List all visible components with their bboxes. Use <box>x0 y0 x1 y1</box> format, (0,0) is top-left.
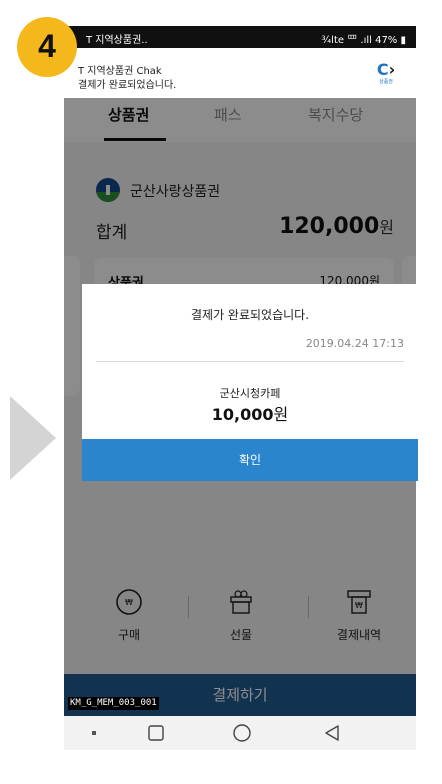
dialog-divider <box>96 361 404 362</box>
status-bar-app: T 지역상품권.. <box>86 35 148 46</box>
screen-id-label: KM_G_MEM_003_001 <box>68 697 159 710</box>
android-nav-bar <box>64 716 416 750</box>
notification-banner[interactable]: T 지역상품권 Chak 결제가 완료되었습니다. C› 상품권 <box>64 48 416 98</box>
step-number-badge: 4 <box>17 17 77 77</box>
nav-menu-button[interactable] <box>74 716 114 750</box>
dialog-amount-value: 10,000 <box>211 405 274 424</box>
home-icon[interactable] <box>222 716 262 750</box>
logo-subtext: 상품권 <box>379 79 393 85</box>
logo-letter: C <box>376 60 389 79</box>
dialog-datetime: 2019.04.24 17:13 <box>305 337 404 350</box>
previous-step-arrow <box>10 396 56 480</box>
notification-title: T 지역상품권 Chak <box>78 66 162 77</box>
payment-complete-dialog: 결제가 완료되었습니다. 2019.04.24 17:13 군산시청카페 10,… <box>82 284 418 481</box>
status-bar: T 지역상품권.. ¾lte 罒 .ıll 47% ▮ <box>64 26 416 48</box>
notification-message: 결제가 완료되었습니다. <box>78 80 177 91</box>
dialog-amount-unit: 원 <box>273 405 289 424</box>
dialog-store-name: 군산시청카페 <box>219 387 281 400</box>
recents-icon[interactable] <box>136 716 176 750</box>
back-icon[interactable] <box>312 716 352 750</box>
app-logo: C› 상품권 <box>374 62 398 88</box>
dialog-title: 결제가 완료되었습니다. <box>190 308 310 322</box>
status-bar-indicators: ¾lte 罒 .ıll 47% ▮ <box>321 35 406 46</box>
dialog-amount: 10,000원 <box>82 401 418 425</box>
confirm-button[interactable]: 확인 <box>82 439 418 481</box>
